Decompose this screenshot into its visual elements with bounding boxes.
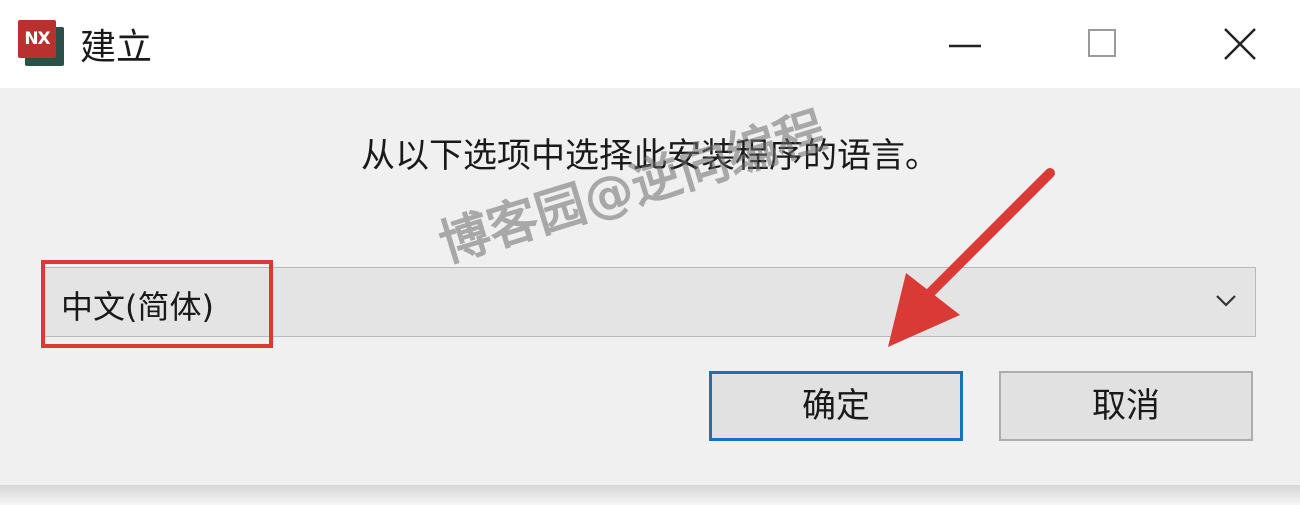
annotation-highlight-box xyxy=(41,260,273,348)
app-logo-icon: NX xyxy=(18,20,64,66)
annotation-arrow-icon xyxy=(888,168,1055,347)
minimize-button[interactable] xyxy=(905,0,1025,88)
minimize-icon xyxy=(949,44,981,48)
close-icon xyxy=(1224,28,1256,60)
close-button[interactable] xyxy=(1180,0,1300,88)
cancel-button[interactable]: 取消 xyxy=(999,371,1253,441)
watermark-text: 博客园@逆向编程 xyxy=(432,101,833,274)
chevron-down-icon xyxy=(1216,295,1236,307)
window-title: 建立 xyxy=(80,27,153,68)
title-bar: NX 建立 xyxy=(0,0,1300,88)
maximize-button[interactable] xyxy=(1042,0,1162,88)
ok-button[interactable]: 确定 xyxy=(709,371,963,441)
maximize-icon xyxy=(1088,29,1116,57)
window-bottom-shadow xyxy=(0,485,1300,505)
